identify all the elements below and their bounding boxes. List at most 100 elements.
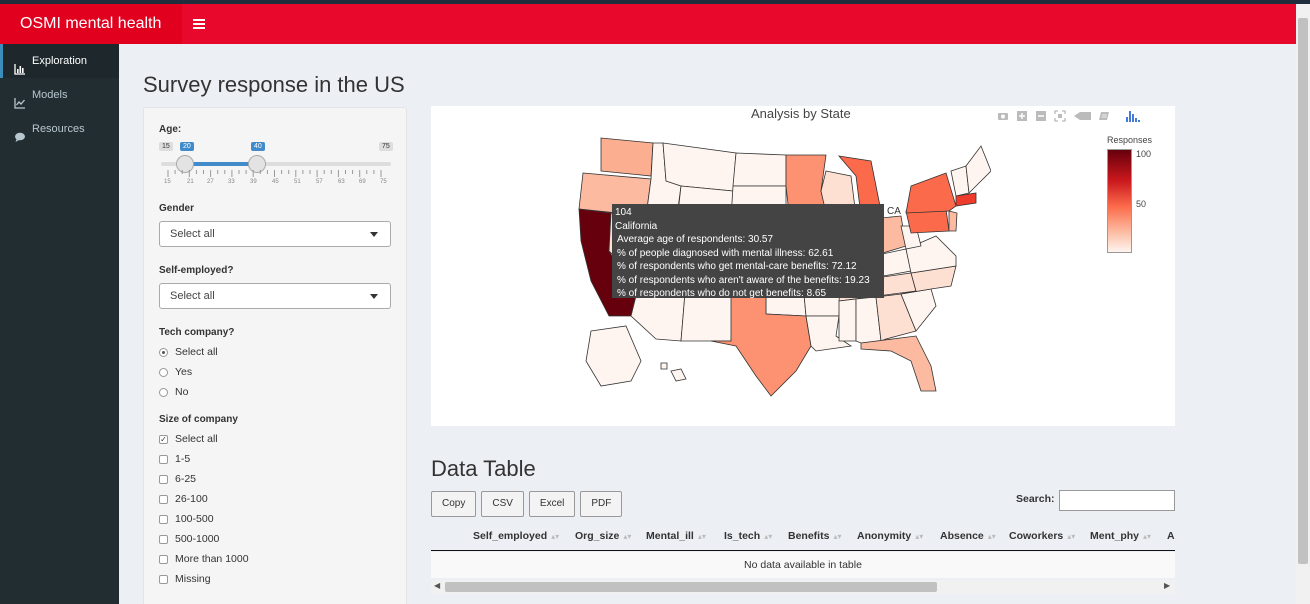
state-florida	[860, 335, 937, 392]
scroll-left-icon[interactable]: ◀	[434, 581, 440, 590]
tooltip-line: 104	[615, 207, 632, 218]
camera-icon[interactable]	[996, 109, 1010, 123]
reset-axes-icon[interactable]	[1053, 109, 1067, 123]
colorbar-tick: 100	[1136, 149, 1152, 159]
map-hover-tooltip: 104 California Average age of respondent…	[612, 204, 884, 299]
page-scrollbar-thumb[interactable]	[1298, 18, 1308, 564]
state-mississippi	[838, 298, 857, 342]
checkbox[interactable]	[159, 494, 168, 504]
column-header-benefits[interactable]: Benefits ▴▾	[788, 530, 841, 542]
size-checkbox-6-25[interactable]: 6-25	[159, 473, 196, 485]
size-checkbox-more-than-1000[interactable]: More than 1000	[159, 553, 249, 565]
map-title: Analysis by State	[751, 106, 851, 121]
sort-icon: ▴▾	[987, 532, 996, 541]
age-to-badge: 40	[251, 142, 265, 151]
tech-company-label: Tech company?	[159, 327, 235, 338]
sort-icon: ▴▾	[551, 532, 560, 541]
chevron-down-icon	[370, 232, 378, 237]
excel-button[interactable]: Excel	[528, 491, 576, 517]
age-range-slider[interactable]: 15 20 40 75 15 21 27 33 39 45 51 57 63 6…	[159, 142, 393, 190]
app-title[interactable]: OSMI mental health	[0, 4, 182, 44]
column-header-org-size[interactable]: Org_size ▴▾	[575, 530, 631, 542]
column-header-self-employed[interactable]: Self_employed ▴▾	[473, 530, 559, 542]
hover-closest-icon[interactable]	[1072, 109, 1092, 123]
tick-label: 15	[164, 179, 171, 185]
checkbox[interactable]	[159, 554, 168, 564]
tooltip-line: % of people diagnosed with mental illnes…	[617, 247, 834, 259]
sidebar-item-exploration[interactable]: Exploration	[0, 44, 119, 78]
tooltip-line: % of respondents who do not get benefits…	[617, 288, 827, 299]
checkbox[interactable]	[159, 454, 168, 464]
radio[interactable]	[159, 367, 168, 377]
tech-radio-select-all[interactable]: Select all	[159, 346, 218, 358]
table-horizontal-scrollbar[interactable]: ◀ ▶	[431, 580, 1175, 594]
sidebar-item-models[interactable]: Models	[0, 78, 119, 112]
column-header-absence[interactable]: Absence ▴▾	[940, 530, 996, 542]
sidebar-item-label: Resources	[32, 123, 85, 135]
scroll-right-icon[interactable]: ▶	[1164, 581, 1170, 590]
sidebar: Exploration Models Resources	[0, 44, 119, 604]
radio-label: Select all	[175, 346, 218, 358]
search-input[interactable]	[1059, 490, 1175, 511]
table-export-buttons: Copy CSV Excel PDF	[431, 491, 623, 517]
hamburger-icon[interactable]	[193, 16, 205, 32]
tick-label: 75	[380, 179, 387, 185]
page-scrollbar[interactable]	[1296, 4, 1310, 604]
size-checkbox-select-all[interactable]: ✓ Select all	[159, 433, 218, 445]
sort-icon: ▴▾	[1143, 532, 1152, 541]
table-empty-message: No data available in table	[431, 552, 1175, 578]
data-table-title: Data Table	[431, 456, 536, 481]
zoom-out-icon[interactable]	[1034, 109, 1048, 123]
self-employed-selected: Select all	[170, 290, 215, 302]
state-new-york	[905, 172, 957, 214]
checkbox-label: Select all	[175, 433, 218, 445]
checkbox[interactable]	[159, 534, 168, 544]
column-header-a[interactable]: A	[1167, 530, 1175, 542]
tick-label: 27	[207, 179, 214, 185]
tech-radio-yes[interactable]: Yes	[159, 366, 192, 378]
radio[interactable]	[159, 387, 168, 397]
size-checkbox-1-5[interactable]: 1-5	[159, 453, 190, 465]
sidebar-item-resources[interactable]: Resources	[0, 112, 119, 146]
size-checkbox-26-100[interactable]: 26-100	[159, 493, 208, 505]
tech-radio-no[interactable]: No	[159, 386, 188, 398]
column-header-ment-phy[interactable]: Ment_phy ▴▾	[1090, 530, 1151, 542]
plotly-logo-icon[interactable]	[1124, 109, 1140, 123]
size-checkbox-missing[interactable]: Missing	[159, 573, 211, 585]
zoom-in-icon[interactable]	[1015, 109, 1029, 123]
table-scrollbar-thumb[interactable]	[445, 582, 937, 592]
tooltip-line: % of respondents who get mental-care ben…	[617, 261, 857, 272]
column-header-anonymity[interactable]: Anonymity ▴▾	[857, 530, 923, 542]
colorbar	[1107, 149, 1132, 253]
sort-icon: ▴▾	[623, 532, 632, 541]
column-header-mental-ill[interactable]: Mental_ill ▴▾	[646, 530, 706, 542]
hover-compare-icon[interactable]	[1097, 109, 1111, 123]
checkbox-label: 1-5	[175, 453, 191, 465]
checkbox[interactable]	[159, 474, 168, 484]
tick-label: 45	[272, 179, 279, 185]
self-employed-select[interactable]: Select all	[159, 283, 391, 309]
tick-label: 63	[338, 179, 345, 185]
radio-checked[interactable]	[159, 347, 168, 357]
company-size-label: Size of company	[159, 414, 238, 425]
column-header-coworkers[interactable]: Coworkers ▴▾	[1009, 530, 1075, 542]
checkbox[interactable]	[159, 514, 168, 524]
checkbox-label: More than 1000	[175, 553, 249, 565]
sort-icon: ▴▾	[697, 532, 706, 541]
copy-button[interactable]: Copy	[431, 491, 477, 517]
gender-selected: Select all	[170, 228, 215, 240]
checkbox-label: 100-500	[175, 513, 214, 525]
pdf-button[interactable]: PDF	[580, 491, 623, 517]
size-checkbox-100-500[interactable]: 100-500	[159, 513, 214, 525]
checkbox-label: Missing	[175, 573, 211, 585]
gender-select[interactable]: Select all	[159, 221, 391, 247]
slider-range-fill	[185, 162, 257, 166]
slider-ticks	[167, 170, 382, 177]
checkbox[interactable]	[159, 574, 168, 584]
tick-label: 33	[228, 179, 235, 185]
age-from-badge: 20	[180, 142, 194, 151]
checkbox-checked[interactable]: ✓	[159, 434, 168, 444]
size-checkbox-500-1000[interactable]: 500-1000	[159, 533, 219, 545]
csv-button[interactable]: CSV	[481, 491, 524, 517]
column-header-is-tech[interactable]: Is_tech ▴▾	[724, 530, 772, 542]
